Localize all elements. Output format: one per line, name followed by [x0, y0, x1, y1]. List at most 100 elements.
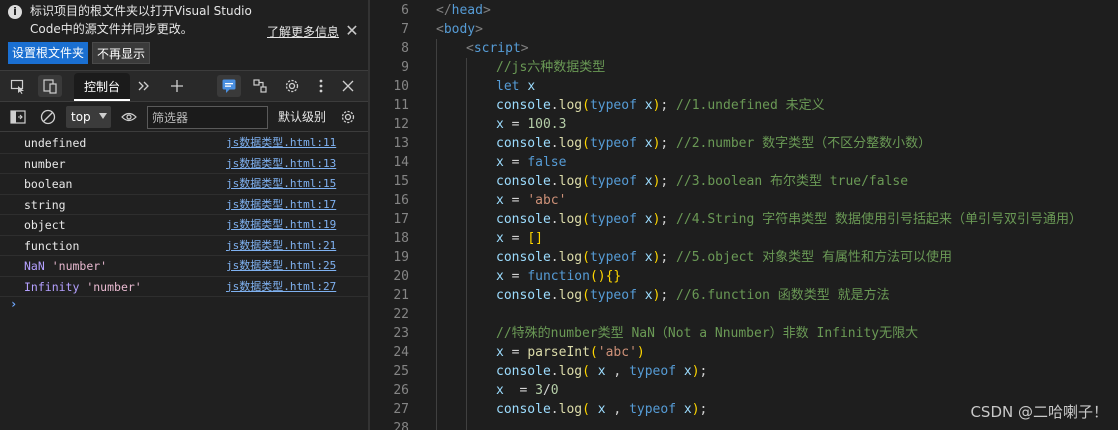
code-text: <body>: [436, 20, 483, 39]
more-tabs-icon[interactable]: [132, 75, 156, 97]
code-line[interactable]: 21 console.log(typeof x); //6.function 函数…: [370, 286, 1118, 305]
console-prompt[interactable]: ›: [10, 297, 17, 311]
code-line[interactable]: 10 let x: [370, 77, 1118, 96]
line-number: 20: [393, 269, 409, 284]
code-token: x: [644, 136, 653, 151]
code-text: console.log(typeof x); //3.boolean 布尔类型 …: [496, 172, 908, 191]
code-text: //特殊的number类型 NaN（Not a Nnumber）非数 Infin…: [496, 324, 918, 343]
code-token: (: [582, 250, 590, 265]
learn-more-link[interactable]: 了解更多信息: [267, 24, 339, 40]
code-line[interactable]: 11 console.log(typeof x); //1.undefined 未…: [370, 96, 1118, 115]
more-options-icon[interactable]: [309, 75, 333, 97]
console-value: Infinity: [24, 279, 80, 294]
issues-icon[interactable]: [217, 75, 241, 97]
tab-console[interactable]: 控制台: [74, 73, 130, 101]
line-number: 17: [393, 212, 409, 227]
code-line[interactable]: 15 console.log(typeof x); //3.boolean 布尔类…: [370, 172, 1118, 191]
code-token: typeof: [629, 364, 684, 379]
code-line[interactable]: 14 x = false: [370, 153, 1118, 172]
line-number: 21: [393, 288, 409, 303]
indent-guide: [466, 286, 467, 305]
code-token: //4.String 字符串类型 数据使用引号括起来（单引号双引号通用）: [676, 212, 1082, 227]
source-link[interactable]: js数据类型.html:25: [226, 256, 336, 276]
devtools-panel: i 标识项目的根文件夹以打开Visual Studio Code中的源文件并同步…: [0, 0, 368, 430]
code-line[interactable]: 17 console.log(typeof x); //4.String 字符串类…: [370, 210, 1118, 229]
code-editor[interactable]: 6 </head> 7 <body> 8 <script> 9//js六种数据类型 10 let…: [370, 0, 1118, 430]
live-expression-eye-icon[interactable]: [117, 106, 141, 128]
code-token: x: [683, 364, 692, 379]
code-token: .: [550, 402, 559, 417]
code-line[interactable]: 18 x = []: [370, 229, 1118, 248]
code-line[interactable]: 22: [370, 305, 1118, 324]
set-root-folder-button[interactable]: 设置根文件夹: [8, 42, 89, 64]
code-line[interactable]: 25 console.log( x , typeof x);: [370, 362, 1118, 381]
indent-guide: [466, 153, 467, 172]
info-icon: i: [8, 5, 22, 19]
code-token: script: [473, 41, 521, 56]
code-token: >: [475, 22, 483, 37]
console-filterbar: top 默认级别: [0, 102, 368, 132]
source-link[interactable]: js数据类型.html:19: [226, 215, 336, 235]
code-token: log: [558, 212, 583, 227]
code-token: x: [496, 269, 504, 284]
code-line[interactable]: 24 x = parseInt('abc'): [370, 343, 1118, 362]
code-token: log: [558, 136, 583, 151]
filter-input[interactable]: [147, 106, 268, 129]
code-token: //2.number 数字类型（不区分整数小数）: [676, 136, 932, 151]
code-line[interactable]: 19 console.log(typeof x); //5.object 对象类型…: [370, 248, 1118, 267]
source-link[interactable]: js数据类型.html:17: [226, 195, 336, 215]
code-token: x: [597, 402, 606, 417]
code-line[interactable]: 12 x = 100.3: [370, 115, 1118, 134]
settings-gear-icon[interactable]: [280, 75, 304, 97]
code-token: []: [527, 231, 543, 246]
source-link[interactable]: js数据类型.html:15: [226, 174, 336, 194]
inspect-element-icon[interactable]: [6, 75, 30, 97]
console-message: function: [24, 238, 80, 253]
code-line[interactable]: 23 //特殊的number类型 NaN（Not a Nnumber）非数 Inf…: [370, 324, 1118, 343]
code-line[interactable]: 16 x = 'abc': [370, 191, 1118, 210]
code-line[interactable]: 6 </head>: [370, 1, 1118, 20]
network-icon[interactable]: [248, 75, 272, 97]
context-selector[interactable]: top: [66, 106, 111, 128]
code-token: //3.boolean 布尔类型 true/false: [676, 174, 909, 189]
dont-show-again-button[interactable]: 不再显示: [92, 42, 151, 64]
console-settings-gear-icon[interactable]: [336, 106, 360, 128]
code-line[interactable]: 20 x = function(){}: [370, 267, 1118, 286]
code-token: >: [520, 41, 529, 56]
close-devtools-icon[interactable]: [336, 75, 360, 97]
add-tab-icon[interactable]: [165, 75, 189, 97]
clear-console-icon[interactable]: [36, 106, 60, 128]
code-line[interactable]: 9 //js六种数据类型: [370, 58, 1118, 77]
line-number: 19: [393, 250, 409, 265]
code-line[interactable]: 8 <script>: [370, 39, 1118, 58]
console-message: boolean: [24, 177, 73, 191]
source-link[interactable]: js数据类型.html:27: [226, 277, 336, 297]
indent-guide: [436, 210, 437, 229]
indent-guide: [466, 248, 467, 267]
code-token: ;: [660, 174, 677, 189]
source-link[interactable]: js数据类型.html:21: [226, 236, 336, 256]
code-token: .: [550, 212, 559, 227]
code-token: (: [582, 136, 590, 151]
code-token: (: [589, 345, 598, 360]
code-line[interactable]: 7 <body>: [370, 20, 1118, 39]
close-icon[interactable]: ✕: [343, 22, 361, 40]
code-token: log: [558, 174, 583, 189]
line-number: 12: [393, 117, 409, 132]
code-token: </: [436, 3, 452, 18]
source-link[interactable]: js数据类型.html:13: [226, 154, 336, 174]
code-text: x = 'abc': [496, 191, 566, 210]
line-number: 7: [401, 22, 409, 37]
code-token: x: [496, 117, 504, 132]
source-link[interactable]: js数据类型.html:11: [226, 133, 336, 153]
sidebar-toggle-icon[interactable]: [6, 106, 30, 128]
log-levels-dropdown[interactable]: 默认级别: [278, 108, 326, 126]
code-token: x: [683, 402, 692, 417]
code-line[interactable]: 26 x = 3/0: [370, 381, 1118, 400]
code-token: x: [496, 345, 504, 360]
device-emulation-icon[interactable]: [38, 75, 62, 97]
line-number: 23: [393, 326, 409, 341]
code-token: (: [582, 212, 590, 227]
code-line[interactable]: 13 console.log(typeof x); //2.number 数字类型…: [370, 134, 1118, 153]
